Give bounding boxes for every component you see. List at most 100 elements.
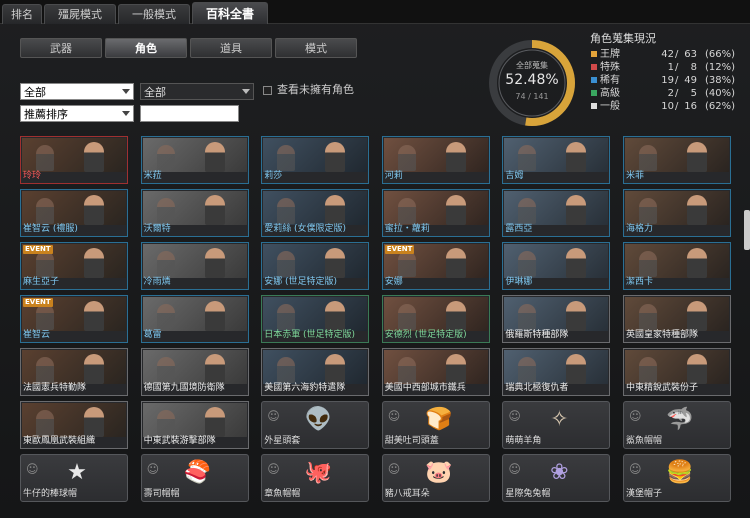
character-portrait — [22, 350, 126, 384]
scrollbar-thumb[interactable] — [744, 210, 750, 250]
rarity-filter-select[interactable]: 全部 — [140, 83, 254, 100]
sheep-horns-icon: ✧ — [550, 407, 569, 432]
character-portrait — [22, 138, 126, 172]
character-card[interactable]: 吉姆 — [502, 136, 611, 184]
card-name: 安娜 — [384, 277, 403, 287]
search-input[interactable] — [140, 105, 239, 122]
item-card[interactable]: ☺ 🦈 鯊魚帽帽 — [623, 401, 731, 449]
owned-count: 1 — [667, 62, 674, 73]
sort-select[interactable]: 推薦排序 — [20, 105, 134, 122]
character-figure — [687, 301, 707, 331]
character-card[interactable]: 蜜拉・蘿莉 — [381, 189, 490, 237]
card-name: 蜜拉・蘿莉 — [384, 224, 430, 234]
card-name: 德國第九國境防衛隊 — [143, 383, 225, 393]
character-figure — [687, 142, 707, 172]
character-figure — [277, 198, 296, 224]
alien-mask-icon: 👽 — [304, 407, 332, 432]
character-figure — [518, 304, 537, 330]
card-name: 章魚帽帽 — [264, 489, 301, 499]
character-portrait — [383, 138, 488, 172]
character-card[interactable]: 崔智云 (禮服) — [20, 189, 128, 237]
rarity-color-swatch — [591, 103, 597, 109]
item-card[interactable]: ☺ 🍣 壽司帽帽 — [140, 454, 249, 502]
card-name: 莉莎 — [264, 171, 283, 181]
tab-items[interactable]: 道具 — [190, 38, 272, 58]
card-name: 海格力 — [626, 224, 654, 234]
rarity-color-swatch — [591, 64, 597, 70]
rarity-color-swatch — [591, 90, 597, 96]
event-badge: EVENT — [23, 245, 53, 254]
character-card[interactable]: 海格力 — [623, 189, 731, 237]
character-card[interactable]: 瑞典北極復仇者 — [502, 348, 611, 396]
octopus-hat-icon: 🐙 — [304, 460, 332, 485]
character-portrait — [22, 191, 126, 225]
character-figure — [397, 251, 416, 277]
category-filter-value: 全部 — [24, 86, 46, 99]
character-card[interactable]: 米菈 — [140, 136, 249, 184]
character-card[interactable]: 法國憲兵特勤隊 — [20, 348, 128, 396]
rarity-color-swatch — [591, 51, 597, 57]
tab-ranking[interactable]: 排名 — [2, 4, 42, 24]
character-card[interactable]: 潔西卡 — [623, 242, 731, 290]
character-card[interactable]: 美國中西部城市鐵兵 — [381, 348, 490, 396]
item-card[interactable]: ☺ 🐷 豬八戒耳朵 — [381, 454, 490, 502]
item-card[interactable]: ☺ ❀ 星際兔兔帽 — [502, 454, 611, 502]
character-card[interactable]: 德國第九國境防衛隊 — [140, 348, 249, 396]
character-portrait — [142, 350, 247, 384]
show-unowned-checkbox[interactable]: 查看未擁有角色 — [263, 84, 354, 96]
character-card[interactable]: 東歐鳳凰武裝組織 — [20, 401, 128, 449]
item-card[interactable]: ☺ 🍔 漢堡帽子 — [623, 454, 731, 502]
rarity-percent: (40%) — [705, 88, 736, 99]
tab-weapons[interactable]: 武器 — [20, 38, 102, 58]
character-card[interactable]: 愛莉絲 (女僕限定版) — [261, 189, 370, 237]
total-count: 63 — [684, 49, 697, 60]
owned-count: 19 — [661, 75, 674, 86]
character-figure — [84, 354, 104, 384]
character-card[interactable]: 露西亞 — [502, 189, 611, 237]
character-card[interactable]: 安德烈 (世足特定版) — [381, 295, 490, 343]
character-figure — [639, 251, 657, 277]
item-image: ☺ 🍔 — [625, 456, 729, 490]
character-card[interactable]: 葛雷 — [140, 295, 249, 343]
character-portrait — [142, 403, 247, 437]
card-name: 玲玲 — [23, 171, 42, 181]
item-card[interactable]: ☺ 🍞 甜美吐司頭蓋 — [381, 401, 490, 449]
character-card[interactable]: 英國皇家特種部隊 — [623, 295, 731, 343]
item-image: ☺ ✧ — [504, 403, 608, 437]
character-card[interactable]: EVENT 崔智云 — [20, 295, 128, 343]
tab-modes[interactable]: 模式 — [275, 38, 357, 58]
character-card[interactable]: 玲玲 — [20, 136, 128, 184]
character-card[interactable]: 河莉 — [381, 136, 490, 184]
character-card[interactable]: 伊琳娜 — [502, 242, 611, 290]
character-card[interactable]: EVENT 安娜 — [381, 242, 490, 290]
category-filter-select[interactable]: 全部 — [20, 83, 134, 100]
character-card[interactable]: EVENT 麻生亞子 — [20, 242, 128, 290]
character-portrait — [625, 191, 729, 225]
character-card[interactable]: 莉莎 — [261, 136, 370, 184]
checkbox-box[interactable] — [263, 85, 272, 95]
collection-percent: 52.48% — [505, 72, 559, 88]
tab-encyclopedia[interactable]: 百科全書 — [192, 2, 268, 24]
tab-zombie-mode[interactable]: 殭屍模式 — [44, 4, 116, 24]
character-card[interactable]: 中東精銳武裝份子 — [623, 348, 731, 396]
character-card[interactable]: 沃爾特 — [140, 189, 249, 237]
item-card[interactable]: ☺ 🐙 章魚帽帽 — [261, 454, 370, 502]
tab-characters[interactable]: 角色 — [105, 38, 187, 58]
item-card[interactable]: ☺ ★ 牛仔的棒球帽 — [20, 454, 128, 502]
character-card[interactable]: 俄羅斯特種部隊 — [502, 295, 611, 343]
character-portrait — [504, 297, 609, 331]
top-tab-bar: 排名 殭屍模式 一般模式 百科全書 — [0, 0, 750, 24]
item-card[interactable]: ☺ 👽 外星頭套 — [261, 401, 370, 449]
character-figure — [277, 304, 296, 330]
item-card[interactable]: ☺ ✧ 萌萌羊角 — [502, 401, 611, 449]
total-count: 8 — [690, 62, 697, 73]
person-silhouette-icon: ☺ — [629, 409, 642, 423]
character-card[interactable]: 日本赤軍 (世足特定版) — [261, 295, 370, 343]
character-card[interactable]: 安娜 (世足特定版) — [261, 242, 370, 290]
character-figure — [397, 304, 416, 330]
character-card[interactable]: 美國第六海豹特遣隊 — [261, 348, 370, 396]
character-card[interactable]: 中東武裝游擊部隊 — [140, 401, 249, 449]
character-card[interactable]: 米菲 — [623, 136, 731, 184]
character-card[interactable]: 冷雨燐 — [140, 242, 249, 290]
tab-normal-mode[interactable]: 一般模式 — [118, 4, 190, 24]
